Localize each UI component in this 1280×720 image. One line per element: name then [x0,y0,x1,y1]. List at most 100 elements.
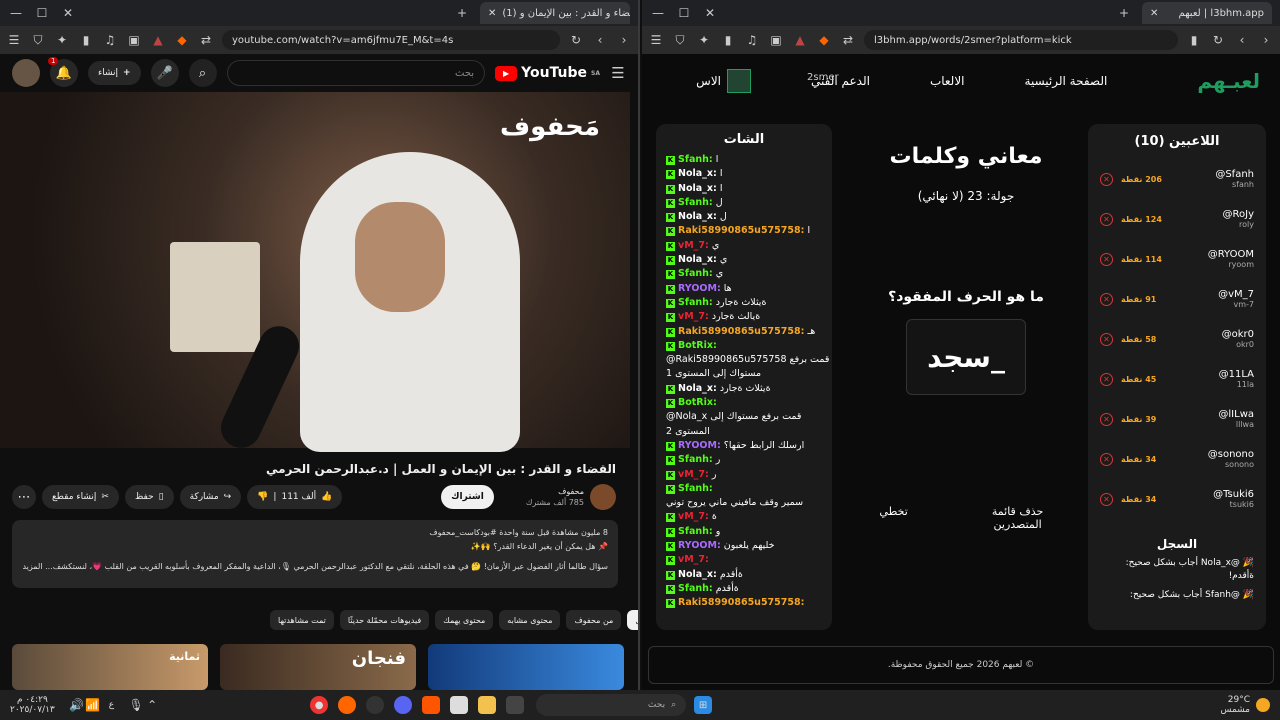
chip-recent[interactable]: فيديوهات محمّلة حديثًا [339,610,430,630]
chrome-icon[interactable]: ● [310,696,329,714]
back-icon[interactable]: ‹ [1234,32,1250,48]
chat-user[interactable]: Nola_x: [678,168,717,179]
wifi-icon[interactable]: 📶 [85,697,101,713]
chat-user[interactable]: Nola_x: [678,569,717,580]
new-tab-icon[interactable]: + [454,5,470,21]
channel-avatar[interactable] [590,484,616,510]
chat-user[interactable]: Sfanh: [678,526,713,537]
maximize-icon[interactable]: ☐ [676,5,692,21]
volume-icon[interactable]: 🔊 [69,697,85,713]
remove-player-icon[interactable]: ✕ [1100,252,1113,266]
nav-home[interactable]: الصفحة الرئيسية [1025,74,1108,88]
chat-user[interactable]: Raki58990865u575758: [678,225,804,236]
user-menu[interactable]: الاس [696,69,751,93]
music-icon[interactable]: ♫ [744,32,760,48]
remove-player-icon[interactable]: ✕ [1100,412,1113,426]
video-player[interactable]: مَحفوف [0,92,630,455]
chat-user[interactable]: Sfanh: [678,197,713,208]
firefox-icon[interactable] [338,696,357,714]
remove-player-icon[interactable]: ✕ [1100,212,1113,226]
extension-icon[interactable]: ✦ [696,32,712,48]
chip-for-you[interactable]: محتوى يهمك [435,610,494,630]
chip-similar[interactable]: محتوى مشابه [499,610,561,630]
voice-search-icon[interactable]: 🎤 [150,59,179,87]
chat-user[interactable]: BotRix: [678,340,717,351]
chip-watched[interactable]: تمت مشاهدتها [270,610,334,630]
forward-icon[interactable]: › [616,32,632,48]
subscribe-button[interactable]: اشتراك [441,485,494,509]
notes-icon[interactable] [450,696,469,714]
taskbar-search[interactable]: بحث ⌕ [536,694,687,716]
chat-user[interactable]: Nola_x: [678,254,717,265]
address-bar[interactable]: l3bhm.app/words/2smer?platform=kick [864,30,1178,50]
music-icon[interactable]: ♫ [102,32,118,48]
chat-user[interactable]: RYOOM: [678,440,721,451]
discord-icon[interactable] [394,696,413,714]
maximize-icon[interactable]: ☐ [34,5,50,21]
screenshot-icon[interactable]: ▣ [768,32,784,48]
chat-user[interactable]: RYOOM: [678,540,721,551]
search-icon[interactable]: ⌕ [188,59,217,87]
language-indicator[interactable]: ع [109,700,114,710]
remove-player-icon[interactable]: ✕ [1100,332,1113,346]
tune-icon[interactable]: ⇄ [198,32,214,48]
shield-icon[interactable]: ⛉ [672,32,688,48]
channel-name[interactable]: محفوف [558,487,584,496]
video-description[interactable]: 8 مليون مشاهدة قبل سنة واحدة #بودكاست_مح… [12,520,618,588]
chip-all[interactable]: الكل [627,610,638,630]
sidebar-icon[interactable]: ▮ [720,32,736,48]
save-button[interactable]: حفظ ▯ [124,485,174,509]
dislike-icon[interactable]: 👎 [257,492,268,502]
brave-icon[interactable] [422,696,441,714]
chat-user[interactable]: Sfanh: [678,583,713,594]
clip-button[interactable]: إنشاء مقطع ✂ [42,485,119,509]
more-actions-icon[interactable]: ⋯ [12,485,36,509]
remove-player-icon[interactable]: ✕ [1100,372,1113,386]
back-icon[interactable]: ‹ [592,32,608,48]
chip-from-channel[interactable]: من محفوف [566,610,622,630]
reset-leaderboard-button[interactable]: حذف قائمة المتصدرين [983,505,1053,531]
reload-icon[interactable]: ↻ [1210,32,1226,48]
chat-user[interactable]: vM_7: [678,511,709,522]
chat-user[interactable]: Raki58990865u575758: [678,597,804,608]
minimize-icon[interactable]: — [650,5,666,21]
weather-widget[interactable]: 29°C مشمس [1220,695,1250,715]
remove-player-icon[interactable]: ✕ [1100,172,1113,186]
bookmark-icon[interactable]: ▮ [1186,32,1202,48]
like-icon[interactable]: 👍 [321,492,332,502]
brave-shield-icon[interactable]: ◆ [816,32,832,48]
forward-icon[interactable]: › [1258,32,1274,48]
share-button[interactable]: مشاركة ↪ [179,485,242,509]
nav-games[interactable]: الالعاب [930,74,965,88]
close-tab-icon[interactable]: ✕ [1150,8,1158,19]
extension-icon[interactable]: ✦ [54,32,70,48]
brave-rewards-icon[interactable]: ▲ [792,32,808,48]
chat-user[interactable]: vM_7: [678,311,709,322]
remove-player-icon[interactable]: ✕ [1100,292,1113,306]
microphone-icon[interactable]: 🎙 [128,697,144,713]
chat-user[interactable]: vM_7: [678,469,709,480]
create-button[interactable]: إنشاء + [88,61,141,85]
minimize-icon[interactable]: — [8,5,24,21]
shield-icon[interactable]: ⛉ [30,32,46,48]
chat-user[interactable]: Nola_x: [678,183,717,194]
chat-user[interactable]: RYOOM: [678,283,721,294]
steam-icon[interactable] [366,696,385,714]
chat-user[interactable]: vM_7: [678,240,709,251]
close-window-icon[interactable]: ✕ [60,5,76,21]
youtube-logo[interactable]: ▶ YouTube SA [495,65,600,81]
nav-support[interactable]: الدعم الفني 2smer [807,72,870,88]
menu-icon[interactable]: ☰ [648,32,664,48]
thumbnail[interactable]: فنجان [220,644,416,690]
notifications-icon[interactable]: 🔔 1 [48,57,78,87]
hamburger-menu-icon[interactable]: ☰ [610,64,626,82]
chat-user[interactable]: Raki58990865u575758: [678,326,804,337]
windows-start-icon[interactable]: ⊞ [694,696,713,714]
new-tab-icon[interactable]: + [1116,5,1132,21]
menu-icon[interactable]: ☰ [6,32,22,48]
sidebar-icon[interactable]: ▮ [78,32,94,48]
site-logo[interactable]: لعبـهم [1197,69,1260,93]
skip-button[interactable]: تخطي [879,505,907,531]
screenshot-icon[interactable]: ▣ [126,32,142,48]
thumbnail[interactable] [428,644,624,690]
